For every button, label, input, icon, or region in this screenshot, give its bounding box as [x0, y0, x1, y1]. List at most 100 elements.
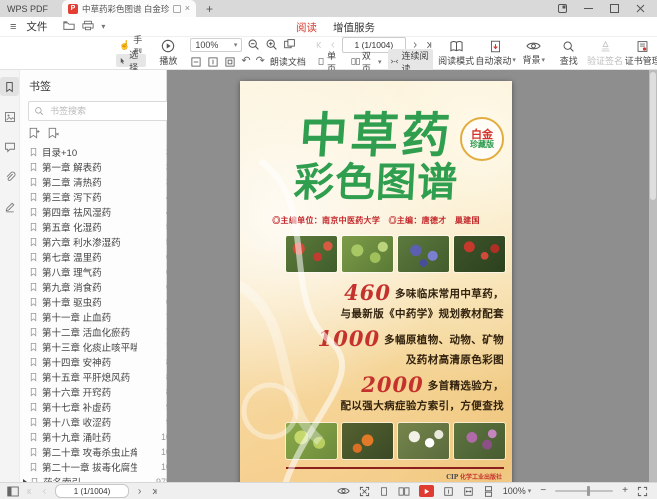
background-button[interactable]: 背景▾ [521, 40, 547, 66]
prev-page-icon[interactable] [329, 40, 337, 50]
bookmark-item[interactable]: 第十四章 安神药 8 [20, 354, 183, 369]
bookmark-item[interactable]: 第二十一章 拔毒化腐生肌药 10 [20, 459, 183, 474]
fit-page-icon[interactable] [190, 56, 202, 68]
single-page-icon[interactable] [379, 486, 389, 497]
read-mode-button[interactable]: 阅读模式 [442, 40, 471, 67]
slideshow-play-button[interactable] [419, 485, 434, 497]
double-page-icon[interactable] [398, 486, 410, 497]
add-bookmark-icon[interactable] [28, 127, 41, 139]
bookmark-item[interactable]: 第六章 利水渗湿药 5 [20, 234, 183, 249]
next-page-icon[interactable] [136, 487, 143, 496]
bookmark-item[interactable]: 目录+10 3 [20, 144, 183, 159]
rail-thumbnails-button[interactable] [0, 107, 19, 126]
sidebar-toggle-icon[interactable] [7, 486, 19, 497]
tab-close-icon[interactable]: × [185, 4, 190, 13]
page-nav-tools: 单页 双页 ▾ 连续阅读 [315, 38, 433, 69]
snapshot-icon[interactable] [283, 38, 296, 51]
bookmark-item[interactable]: 第十七章 补虚药 9 [20, 399, 183, 414]
maximize-icon[interactable] [610, 4, 619, 13]
rail-signature-button[interactable] [0, 197, 19, 216]
tab-preview-icon[interactable] [173, 5, 181, 13]
bookmark-item[interactable]: 第十一章 止血药 7 [20, 309, 183, 324]
bookmark-icon [29, 252, 38, 262]
cert-manage-button[interactable]: 证书管理 [628, 40, 657, 67]
zoom-out-icon[interactable] [247, 38, 260, 51]
file-menu[interactable]: 文件 [26, 19, 47, 34]
bookmark-item[interactable]: 第一章 解表药 3 [20, 159, 183, 174]
last-page-icon[interactable] [150, 487, 158, 496]
bookmark-item[interactable]: 第八章 理气药 6 [20, 264, 183, 279]
bookmark-search-input[interactable] [48, 105, 169, 117]
minimize-icon[interactable] [584, 4, 593, 13]
app-menu-button[interactable]: WPS PDF [7, 4, 48, 14]
document-scrollbar[interactable] [649, 70, 657, 482]
bookmark-label: 第一章 解表药 [42, 160, 102, 174]
fit-visible-icon[interactable] [224, 56, 236, 68]
tab-services[interactable]: 增值服务 [333, 20, 375, 35]
fit-window-icon[interactable] [359, 486, 370, 497]
zoom-out-button[interactable]: − [540, 486, 546, 496]
locate-bookmark-icon[interactable] [47, 127, 60, 139]
open-folder-icon[interactable] [63, 18, 75, 36]
rail-attachments-button[interactable] [0, 167, 19, 186]
status-zoom-select[interactable]: 100%▾ [503, 486, 532, 496]
new-tab-button[interactable]: + [206, 2, 213, 16]
prev-page-icon[interactable] [41, 487, 48, 496]
bookmark-item[interactable]: 第十章 驱虫药 6 [20, 294, 183, 309]
bookmark-item[interactable]: 第三章 泻下药 4 [20, 189, 183, 204]
zoom-select[interactable]: 100%▾ [190, 38, 242, 52]
workspace-icon[interactable] [558, 4, 567, 13]
bookmark-icon [29, 282, 38, 292]
rail-bookmarks-button[interactable] [0, 77, 19, 96]
zoom-slider-thumb[interactable] [587, 486, 590, 496]
fit-page-icon[interactable] [443, 486, 454, 497]
zoom-in-icon[interactable] [265, 38, 278, 51]
bookmark-item[interactable]: 第七章 温里药 6 [20, 249, 183, 264]
close-icon[interactable] [636, 4, 645, 13]
print-icon[interactable] [82, 18, 94, 36]
bookmark-item[interactable]: 第二章 清热药 3 [20, 174, 183, 189]
bookmark-item[interactable]: 第十八章 收涩药 9 [20, 414, 183, 429]
first-page-icon[interactable] [315, 40, 324, 50]
bookmark-item[interactable]: 药名索引 978 [20, 474, 183, 482]
bookmark-item[interactable]: 第十六章 开窍药 8 [20, 384, 183, 399]
bookmark-label: 第四章 祛风湿药 [42, 205, 111, 219]
cover-title-line2: 彩色图谱 [240, 163, 512, 203]
continuous-view-icon[interactable] [483, 486, 494, 497]
quick-actions-chevron-icon[interactable]: ▾ [101, 22, 105, 31]
main-menu-icon[interactable]: ≡ [10, 21, 16, 33]
auto-scroll-button[interactable]: 自动滚动▾ [480, 40, 512, 67]
tab-read[interactable]: 阅读 [296, 20, 317, 35]
cover-photo-blue-flowers [398, 236, 449, 272]
find-button[interactable]: 查找 [556, 40, 582, 67]
select-tool-button[interactable]: 选择 [116, 54, 146, 67]
bookmark-item[interactable]: 第九章 消食药 6 [20, 279, 183, 294]
bookmark-label: 第十六章 开窍药 [42, 385, 111, 399]
eye-icon[interactable] [337, 486, 350, 496]
bookmark-item[interactable]: 第二十章 攻毒杀虫止痒药 10 [20, 444, 183, 459]
bookmark-item[interactable]: 第五章 化湿药 5 [20, 219, 183, 234]
bookmark-item[interactable]: 第四章 祛风湿药 4 [20, 204, 183, 219]
status-page-input[interactable] [55, 484, 129, 498]
fit-width-icon[interactable] [463, 486, 474, 497]
bookmark-label: 第十五章 平肝熄风药 [42, 370, 130, 384]
document-area: 白金 珍藏版 中草药 彩色图谱 ◎主编单位：南京中医药大学 ◎主编：唐德才 巢建… [167, 70, 657, 482]
pdf-page-cover[interactable]: 白金 珍藏版 中草药 彩色图谱 ◎主编单位：南京中医药大学 ◎主编：唐德才 巢建… [240, 81, 512, 482]
scrollbar-thumb[interactable] [650, 72, 656, 200]
double-page-icon [351, 56, 360, 67]
document-tab[interactable]: P 中草药彩色图谱 白金珍藏版 × [62, 0, 196, 17]
bookmark-item[interactable]: 第十三章 化痰止咳平喘药 7 [20, 339, 183, 354]
first-page-icon[interactable] [26, 487, 34, 496]
zoom-in-button[interactable]: + [622, 486, 628, 496]
redo-icon[interactable]: ↷ [256, 56, 265, 67]
play-slideshow-button[interactable]: 播放 [155, 39, 181, 67]
rail-comments-button[interactable] [0, 137, 19, 156]
read-aloud-button[interactable]: 朗读文档 [270, 55, 306, 68]
bookmark-item[interactable]: 第十九章 涌吐药 10 [20, 429, 183, 444]
fullscreen-icon[interactable] [637, 486, 648, 497]
zoom-slider[interactable] [555, 490, 613, 492]
bookmark-item[interactable]: 第十二章 活血化瘀药 7 [20, 324, 183, 339]
bookmark-item[interactable]: 第十五章 平肝熄风药 8 [20, 369, 183, 384]
undo-icon[interactable]: ↶ [241, 56, 250, 67]
fit-width-icon[interactable] [207, 56, 219, 68]
